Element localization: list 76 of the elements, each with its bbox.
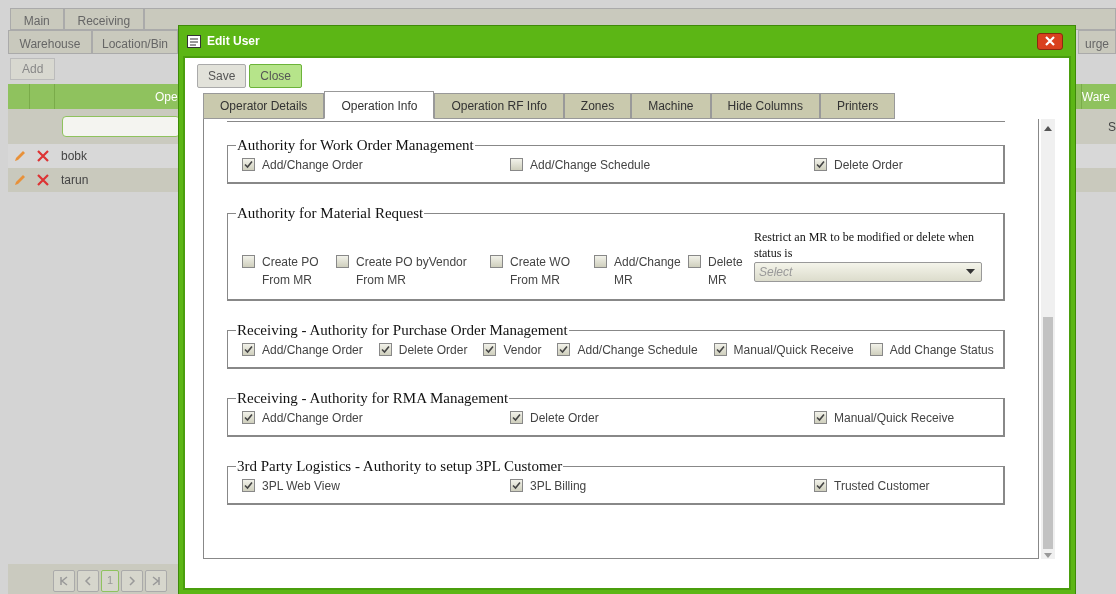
checkbox-label[interactable]: Add/Change Order	[262, 156, 363, 174]
scrollbar[interactable]	[1041, 119, 1055, 559]
checkbox[interactable]	[242, 343, 255, 356]
close-button[interactable]: Close	[249, 64, 303, 88]
save-button[interactable]: Save	[197, 64, 247, 88]
delete-icon[interactable]	[37, 174, 49, 186]
checkbox[interactable]	[242, 411, 255, 424]
tab[interactable]: Operation RF Info	[434, 93, 564, 119]
section-title: Receiving - Authority for RMA Management	[236, 391, 510, 406]
checkbox-label[interactable]: Manual/Quick Receive	[834, 409, 955, 427]
first-page-icon[interactable]	[53, 569, 75, 592]
scroll-up-icon[interactable]	[1044, 125, 1052, 131]
tab[interactable]: Machine	[631, 93, 711, 119]
tab[interactable]: Hide Columns	[710, 93, 820, 119]
sub-tab[interactable]: urge	[1078, 30, 1116, 54]
checkbox-label[interactable]: Vendor	[503, 341, 542, 359]
checkbox-label[interactable]: Add/Change Order	[262, 409, 363, 427]
checkbox[interactable]	[510, 479, 523, 492]
tab[interactable]: Operation Info	[324, 91, 435, 119]
checkbox-label[interactable]: Delete Order	[398, 341, 468, 359]
section-title: Authority for Work Order Management	[236, 138, 475, 153]
restriction-label: Restrict an MR to be modified or delete when status is	[754, 229, 975, 262]
checkbox[interactable]	[814, 479, 827, 492]
checkbox-label[interactable]: Create WO From MR	[510, 253, 582, 289]
checkbox[interactable]	[242, 158, 255, 171]
checkbox[interactable]	[594, 255, 607, 268]
close-icon	[1045, 36, 1055, 46]
sub-tab[interactable]: Location/Bin	[92, 30, 178, 54]
checkbox[interactable]	[557, 343, 571, 356]
section-title: Authority for Material Request	[236, 206, 425, 221]
checkbox[interactable]	[483, 343, 497, 356]
checkbox[interactable]	[814, 158, 827, 171]
checkbox-label[interactable]: 3PL Web View	[262, 477, 340, 495]
close-button[interactable]	[1037, 32, 1063, 50]
filter-field-text: S	[1108, 118, 1116, 136]
checkbox-label[interactable]: Add Change Status	[889, 341, 994, 359]
tab[interactable]: Printers	[819, 93, 896, 119]
tab[interactable]: Zones	[563, 93, 632, 119]
user-name: bobk	[61, 148, 88, 165]
checkbox-label[interactable]: Delete Order	[834, 156, 903, 174]
main-tab[interactable]: Main	[10, 8, 64, 30]
tab[interactable]: Operator Details	[203, 93, 325, 119]
checkbox[interactable]	[336, 255, 349, 268]
checkbox[interactable]	[510, 158, 523, 171]
user-name: tarun	[61, 172, 89, 189]
window-title: Edit User	[207, 33, 260, 50]
checkbox-label[interactable]: Manual/Quick Receive	[733, 341, 854, 359]
checkbox[interactable]	[242, 255, 255, 268]
checkbox[interactable]	[713, 343, 727, 356]
checkbox-label[interactable]: Create PO byVendor From MR	[356, 253, 478, 289]
sub-tab[interactable]: Warehouse	[8, 30, 92, 54]
pencil-icon[interactable]	[13, 149, 27, 163]
checkbox[interactable]	[490, 255, 503, 268]
checkbox-label[interactable]: 3PL Billing	[530, 477, 587, 495]
checkbox-label[interactable]: Add/Change Schedule	[530, 156, 651, 174]
checkbox-label[interactable]: Create PO From MR	[262, 253, 324, 289]
checkbox[interactable]	[378, 343, 392, 356]
delete-icon[interactable]	[37, 150, 49, 162]
main-tab[interactable]: Receiving	[63, 8, 145, 30]
checkbox[interactable]	[242, 479, 255, 492]
checkbox-label[interactable]: Delete Order	[530, 409, 599, 427]
window-icon	[187, 34, 201, 48]
checkbox-label[interactable]: Add/Change Schedule	[577, 341, 698, 359]
caret-icon[interactable]	[966, 269, 975, 276]
last-page-icon[interactable]	[145, 569, 167, 592]
checkbox[interactable]	[688, 255, 701, 268]
checkbox-label[interactable]: Delete MR	[708, 253, 742, 289]
checkbox[interactable]	[814, 411, 827, 424]
filter-field[interactable]	[62, 116, 180, 137]
checkbox[interactable]	[869, 343, 883, 356]
scroll-down-icon[interactable]	[1044, 553, 1052, 559]
checkbox-label[interactable]: Trusted Customer	[834, 477, 930, 495]
checkbox[interactable]	[510, 411, 523, 424]
section-title: Receiving - Authority for Purchase Order Management	[236, 323, 569, 338]
checkbox-label[interactable]: Add/Change Order	[262, 341, 363, 359]
section-title: 3rd Party Logistics - Authority to setup 3PL Customer	[236, 459, 564, 474]
